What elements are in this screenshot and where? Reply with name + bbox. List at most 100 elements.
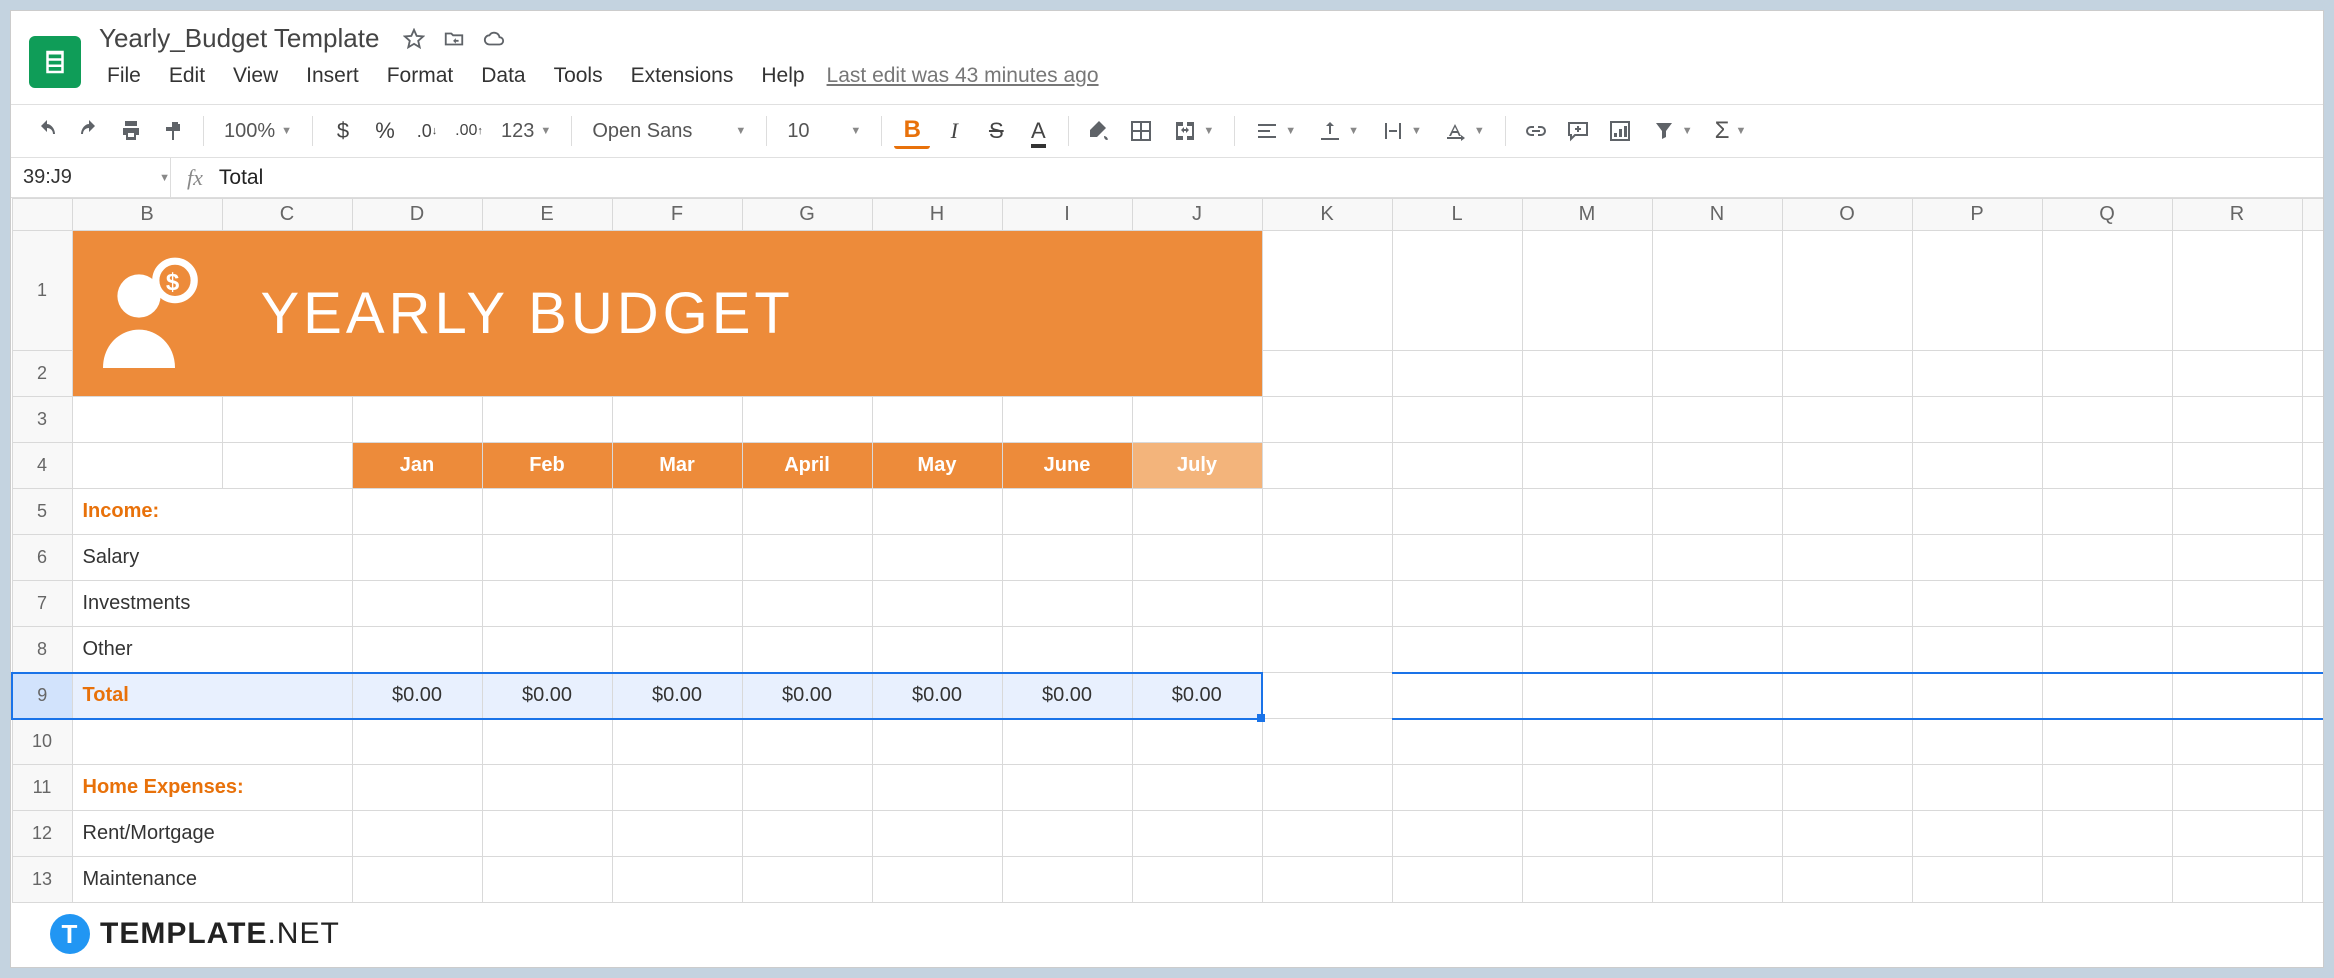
more-formats-button[interactable]: 123▼	[493, 113, 559, 149]
total-cell[interactable]: $0.00	[612, 673, 742, 719]
month-header[interactable]: Mar	[612, 443, 742, 489]
font-select[interactable]: Open Sans▼	[584, 113, 754, 149]
move-to-folder-icon[interactable]	[443, 28, 465, 50]
row-header[interactable]: 12	[12, 811, 72, 857]
font-size-select[interactable]: 10▼	[779, 113, 869, 149]
selected-range[interactable]: 9 Total $0.00 $0.00 $0.00 $0.00 $0.00 $0…	[12, 673, 2323, 719]
menu-help[interactable]: Help	[747, 60, 818, 92]
col-header[interactable]: J	[1132, 199, 1262, 231]
total-cell[interactable]: $0.00	[1132, 673, 1262, 719]
row-header[interactable]: 5	[12, 489, 72, 535]
total-cell[interactable]: $0.00	[742, 673, 872, 719]
filter-button[interactable]: ▼	[1644, 113, 1701, 149]
total-cell[interactable]: $0.00	[1002, 673, 1132, 719]
menu-tools[interactable]: Tools	[540, 60, 617, 92]
last-edit-link[interactable]: Last edit was 43 minutes ago	[827, 64, 1099, 88]
col-header[interactable]: G	[742, 199, 872, 231]
menu-edit[interactable]: Edit	[155, 60, 219, 92]
total-cell[interactable]: $0.00	[352, 673, 482, 719]
col-header[interactable]: H	[872, 199, 1002, 231]
vertical-align-button[interactable]: ▼	[1310, 113, 1367, 149]
column-headers[interactable]: B C D E F G H I J K L M N O P Q R S	[12, 199, 2323, 231]
star-icon[interactable]	[403, 28, 425, 50]
currency-button[interactable]: $	[325, 113, 361, 149]
col-header[interactable]: S	[2302, 199, 2323, 231]
col-header[interactable]: K	[1262, 199, 1392, 231]
insert-link-button[interactable]	[1518, 113, 1554, 149]
redo-button[interactable]	[71, 113, 107, 149]
col-header[interactable]: I	[1002, 199, 1132, 231]
col-header[interactable]: P	[1912, 199, 2042, 231]
month-header[interactable]: April	[742, 443, 872, 489]
total-cell[interactable]: $0.00	[872, 673, 1002, 719]
row-rent[interactable]: Rent/Mortgage	[72, 811, 352, 857]
text-color-button[interactable]: A	[1020, 113, 1056, 149]
menu-format[interactable]: Format	[373, 60, 468, 92]
month-header[interactable]: Feb	[482, 443, 612, 489]
print-button[interactable]	[113, 113, 149, 149]
paint-format-button[interactable]	[155, 113, 191, 149]
row-maintenance[interactable]: Maintenance	[72, 857, 352, 903]
insert-comment-button[interactable]	[1560, 113, 1596, 149]
menu-extensions[interactable]: Extensions	[617, 60, 748, 92]
name-box[interactable]: 39:J9 ▼	[11, 158, 171, 197]
col-header[interactable]: M	[1522, 199, 1652, 231]
col-header[interactable]: Q	[2042, 199, 2172, 231]
row-header[interactable]: 8	[12, 627, 72, 673]
functions-button[interactable]: Σ▼	[1707, 113, 1755, 149]
insert-chart-button[interactable]	[1602, 113, 1638, 149]
col-header[interactable]: O	[1782, 199, 1912, 231]
col-header[interactable]: L	[1392, 199, 1522, 231]
row-investments[interactable]: Investments	[72, 581, 352, 627]
total-cell[interactable]: $0.00	[482, 673, 612, 719]
month-header[interactable]: July	[1132, 443, 1262, 489]
row-other[interactable]: Other	[72, 627, 352, 673]
strikethrough-button[interactable]: S	[978, 113, 1014, 149]
bold-button[interactable]: B	[894, 113, 930, 149]
document-title[interactable]: Yearly_Budget Template	[93, 21, 385, 56]
row-header[interactable]: 11	[12, 765, 72, 811]
row-header[interactable]: 3	[12, 397, 72, 443]
menu-insert[interactable]: Insert	[292, 60, 373, 92]
month-header[interactable]: Jan	[352, 443, 482, 489]
text-rotation-button[interactable]: ▼	[1436, 113, 1493, 149]
col-header[interactable]: F	[612, 199, 742, 231]
section-income[interactable]: Income:	[72, 489, 352, 535]
formula-input[interactable]	[219, 158, 2323, 197]
row-header[interactable]: 9	[12, 673, 72, 719]
horizontal-align-button[interactable]: ▼	[1247, 113, 1304, 149]
col-header[interactable]: B	[72, 199, 222, 231]
month-header[interactable]: June	[1002, 443, 1132, 489]
italic-button[interactable]: I	[936, 113, 972, 149]
spreadsheet-grid[interactable]: B C D E F G H I J K L M N O P Q R S 1	[11, 198, 2323, 967]
row-header[interactable]: 6	[12, 535, 72, 581]
col-header[interactable]: D	[352, 199, 482, 231]
increase-decimals-button[interactable]: .00↑	[451, 113, 487, 149]
month-header[interactable]: May	[872, 443, 1002, 489]
percent-button[interactable]: %	[367, 113, 403, 149]
row-salary[interactable]: Salary	[72, 535, 352, 581]
row-header[interactable]: 4	[12, 443, 72, 489]
sheets-logo-icon[interactable]	[29, 36, 81, 88]
row-header[interactable]: 13	[12, 857, 72, 903]
menu-file[interactable]: File	[93, 60, 155, 92]
col-header[interactable]: N	[1652, 199, 1782, 231]
borders-button[interactable]	[1123, 113, 1159, 149]
col-header[interactable]: R	[2172, 199, 2302, 231]
undo-button[interactable]	[29, 113, 65, 149]
row-header[interactable]: 1	[12, 231, 72, 351]
decrease-decimals-button[interactable]: .0↓	[409, 113, 445, 149]
row-header[interactable]: 7	[12, 581, 72, 627]
merge-cells-button[interactable]: ▼	[1165, 113, 1222, 149]
banner-cell[interactable]: $ YEARLY BUDGET	[72, 231, 1262, 397]
fill-color-button[interactable]	[1081, 113, 1117, 149]
col-header[interactable]: E	[482, 199, 612, 231]
row-total[interactable]: Total	[72, 673, 352, 719]
cloud-status-icon[interactable]	[483, 28, 505, 50]
row-header[interactable]: 10	[12, 719, 72, 765]
menu-data[interactable]: Data	[467, 60, 539, 92]
row-header[interactable]: 2	[12, 351, 72, 397]
section-home-expenses[interactable]: Home Expenses:	[72, 765, 352, 811]
menu-view[interactable]: View	[219, 60, 292, 92]
col-header[interactable]: C	[222, 199, 352, 231]
